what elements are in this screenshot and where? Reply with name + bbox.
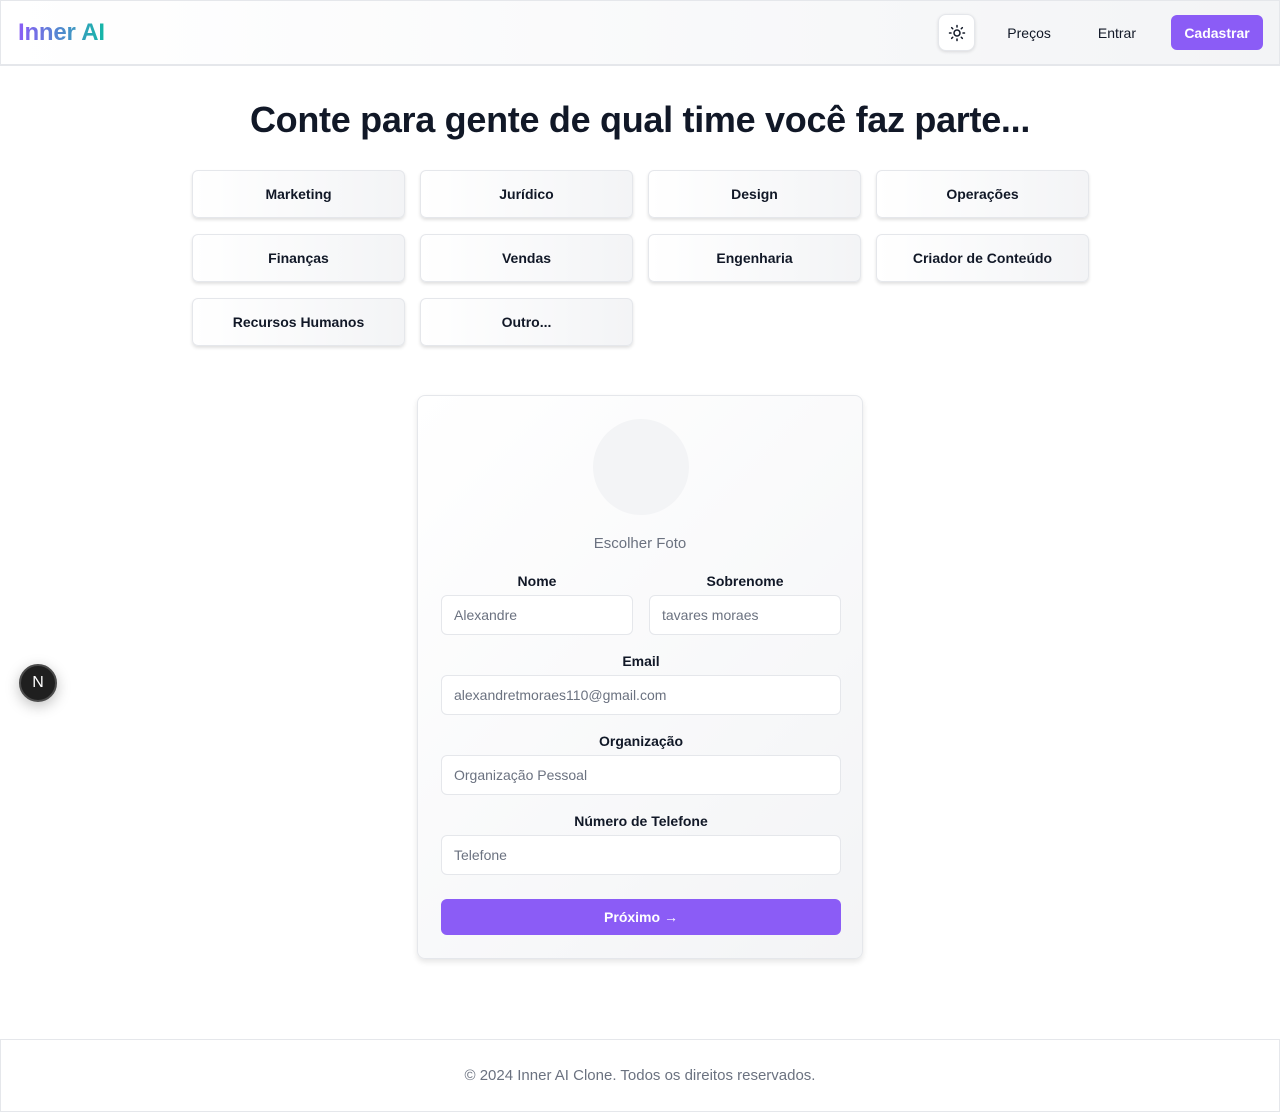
team-option-design[interactable]: Design xyxy=(648,170,861,218)
team-option-operacoes[interactable]: Operações xyxy=(876,170,1089,218)
profile-form-card: Escolher Foto Nome Sobrenome Email Organ… xyxy=(417,395,863,959)
avatar-placeholder[interactable] xyxy=(593,419,689,515)
email-input[interactable] xyxy=(441,675,841,715)
team-option-outro[interactable]: Outro... xyxy=(420,298,633,346)
first-name-label: Nome xyxy=(517,573,557,589)
nav-link-login[interactable]: Entrar xyxy=(1090,25,1144,41)
page-title: Conte para gente de qual time você faz p… xyxy=(249,99,1031,140)
team-option-financas[interactable]: Finanças xyxy=(192,234,405,282)
brand-logo[interactable]: Inner AI xyxy=(18,19,105,47)
first-name-input[interactable] xyxy=(441,595,633,635)
team-option-recursos-humanos[interactable]: Recursos Humanos xyxy=(192,298,405,346)
phone-input[interactable] xyxy=(441,835,841,875)
nav-link-prices[interactable]: Preços xyxy=(999,25,1059,41)
team-option-criador-de-conteudo[interactable]: Criador de Conteúdo xyxy=(876,234,1089,282)
nav-bar: Preços Entrar Cadastrar xyxy=(938,14,1263,51)
next-button[interactable]: Próximo → xyxy=(441,899,841,935)
team-option-vendas[interactable]: Vendas xyxy=(420,234,633,282)
team-options-grid: Marketing Jurídico Design Operações Fina… xyxy=(192,170,1089,346)
footer: © 2024 Inner AI Clone. Todos os direitos… xyxy=(0,1039,1280,1112)
team-option-marketing[interactable]: Marketing xyxy=(192,170,405,218)
theme-toggle-button[interactable] xyxy=(938,14,976,51)
choose-photo-link[interactable]: Escolher Foto xyxy=(418,535,862,552)
last-name-label: Sobrenome xyxy=(706,573,784,589)
team-option-engenharia[interactable]: Engenharia xyxy=(648,234,861,282)
phone-label: Número de Telefone xyxy=(574,813,708,829)
footer-copyright: © 2024 Inner AI Clone. Todos os direitos… xyxy=(464,1067,816,1084)
sun-icon xyxy=(948,24,966,41)
email-label: Email xyxy=(622,653,660,669)
signup-button[interactable]: Cadastrar xyxy=(1171,15,1263,50)
dev-tools-badge[interactable]: N xyxy=(19,664,57,702)
organization-input[interactable] xyxy=(441,755,841,795)
last-name-input[interactable] xyxy=(649,595,841,635)
organization-label: Organização xyxy=(598,733,684,749)
team-option-juridico[interactable]: Jurídico xyxy=(420,170,633,218)
top-navbar: Inner AI Preços Entrar Cadastrar xyxy=(0,0,1280,66)
